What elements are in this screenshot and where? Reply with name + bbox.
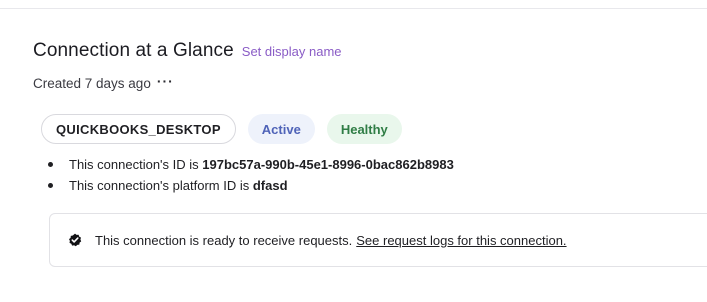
status-badge: Active — [247, 114, 315, 144]
bullet-icon — [48, 162, 53, 167]
list-item-connection-id: This connection's ID is 197bc57a-990b-45… — [48, 156, 454, 177]
title-row: Connection at a Glance Set display name — [33, 40, 342, 62]
more-options-button[interactable]: ··· — [157, 74, 174, 88]
check-circle-icon — [68, 233, 82, 247]
connection-id-value: 197bc57a-990b-45e1-8996-0bac862b8983 — [202, 157, 454, 172]
set-display-name-link[interactable]: Set display name — [242, 44, 342, 59]
notice-text: This connection is ready to receive requ… — [95, 232, 353, 248]
meta-row: Created 7 days ago ··· — [33, 74, 174, 92]
platform-id-label: This connection's platform ID is — [69, 178, 250, 193]
ready-notice: This connection is ready to receive requ… — [49, 213, 707, 267]
bullet-icon — [48, 183, 53, 188]
health-badge: Healthy — [326, 114, 402, 144]
request-logs-link[interactable]: See request logs for this connection. — [356, 233, 566, 248]
created-timestamp: Created 7 days ago — [33, 76, 151, 91]
connection-page: Connection at a Glance Set display name … — [0, 0, 707, 302]
badge-row: QUICKBOOKS_DESKTOP Active Healthy — [41, 114, 402, 144]
connection-id-label: This connection's ID is — [69, 157, 199, 172]
list-item-platform-id: This connection's platform ID is dfasd — [48, 177, 454, 198]
page-title: Connection at a Glance — [33, 40, 234, 61]
connection-details-list: This connection's ID is 197bc57a-990b-45… — [48, 156, 454, 198]
provider-badge: QUICKBOOKS_DESKTOP — [41, 114, 236, 144]
platform-id-value: dfasd — [252, 178, 288, 193]
